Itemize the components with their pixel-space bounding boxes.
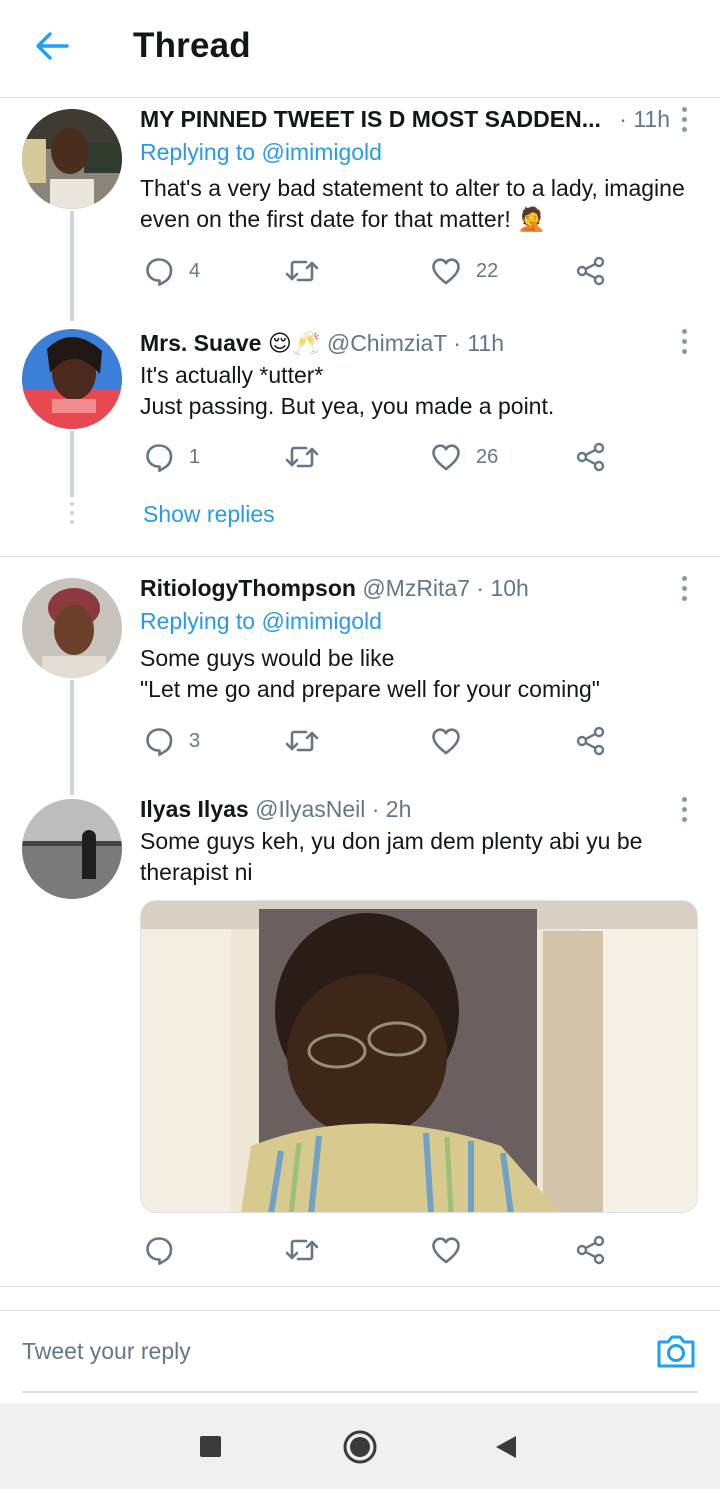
avatar[interactable]: [22, 578, 122, 678]
share-icon: [575, 725, 607, 757]
tweet-actions: 3: [0, 721, 720, 761]
tweet-text: It's actually *utter* Just passing. But …: [140, 362, 555, 419]
tweet-actions: [0, 1230, 720, 1270]
mention-link[interactable]: @imimigold: [261, 608, 381, 634]
retweet-button[interactable]: [284, 437, 334, 477]
tweet[interactable]: Mrs. Suave 😌🥂 @ChimziaT · 11h It's actua…: [0, 321, 720, 556]
tweet-text: Some guys would be like "Let me go and p…: [140, 645, 600, 702]
tweet-time: · 10h: [476, 575, 529, 601]
display-name[interactable]: MY PINNED TWEET IS D MOST SADDEN...: [140, 106, 601, 132]
share-icon: [575, 441, 607, 473]
retweet-icon: [284, 1234, 320, 1266]
tweet-actions: 4 22: [0, 251, 720, 291]
more-vertical-icon[interactable]: [676, 102, 692, 136]
like-button[interactable]: [430, 1230, 476, 1270]
share-button[interactable]: [575, 437, 607, 477]
user-handle[interactable]: @IlyasNeil: [255, 796, 365, 822]
nav-back-icon[interactable]: [494, 1434, 518, 1460]
divider: [0, 556, 720, 557]
like-icon: [430, 255, 462, 287]
reply-underline: [22, 1391, 698, 1393]
tweet-header: Ilyas Ilyas @IlyasNeil · 2h: [140, 792, 700, 826]
reply-icon: [143, 1234, 175, 1266]
display-name[interactable]: RitiologyThompson: [140, 575, 356, 601]
reply-count: 1: [189, 445, 201, 468]
like-button[interactable]: [430, 721, 476, 761]
user-handle[interactable]: @ChimziaT: [327, 330, 447, 356]
tweet-time: · 2h: [371, 796, 412, 822]
like-icon: [430, 725, 462, 757]
share-icon: [575, 255, 607, 287]
tweet-text: Some guys keh, yu don jam dem plenty abi…: [140, 828, 643, 885]
share-icon: [575, 1234, 607, 1266]
camera-icon[interactable]: [655, 1330, 697, 1372]
replying-to: Replying to @imimigold: [140, 608, 382, 634]
reply-button[interactable]: 3: [143, 721, 200, 761]
replying-to: Replying to @imimigold: [140, 139, 382, 165]
reply-count: 4: [189, 259, 201, 282]
page-title: Thread: [133, 26, 251, 65]
share-button[interactable]: [575, 1230, 607, 1270]
share-button[interactable]: [575, 251, 607, 291]
tweet-time: · 11h: [619, 106, 670, 132]
avatar[interactable]: [22, 329, 122, 429]
user-handle[interactable]: @MzRita7: [362, 575, 470, 601]
tweet-header: MY PINNED TWEET IS D MOST SADDEN... · 11…: [140, 102, 700, 136]
divider: [0, 1310, 720, 1311]
nav-square-icon[interactable]: [200, 1436, 221, 1457]
retweet-icon: [284, 725, 320, 757]
tweet-text: That's a very bad statement to alter to …: [140, 175, 685, 232]
reply-icon: [143, 725, 175, 757]
reply-input[interactable]: Tweet your reply: [22, 1338, 191, 1365]
tweet[interactable]: RitiologyThompson @MzRita7 · 10h Replyin…: [0, 568, 720, 795]
reply-button[interactable]: 4: [143, 251, 200, 291]
tweet[interactable]: MY PINNED TWEET IS D MOST SADDEN... · 11…: [0, 99, 720, 321]
like-button[interactable]: 26: [430, 437, 498, 477]
tweet-time: · 11h: [453, 330, 505, 356]
app-header: Thread: [0, 0, 720, 98]
reply-count: 3: [189, 729, 201, 752]
retweet-button[interactable]: [284, 1230, 334, 1270]
reply-button[interactable]: 1: [143, 437, 200, 477]
mention-link[interactable]: @imimigold: [261, 139, 381, 165]
retweet-button[interactable]: [284, 251, 334, 291]
more-vertical-icon[interactable]: [676, 571, 692, 605]
retweet-button[interactable]: [284, 721, 334, 761]
like-button[interactable]: 22: [430, 251, 498, 291]
like-count: 22: [476, 259, 499, 282]
show-replies-link[interactable]: Show replies: [143, 501, 275, 528]
reply-composer: Tweet your reply: [0, 1310, 720, 1403]
like-count: 26: [476, 445, 499, 468]
avatar[interactable]: [22, 109, 122, 209]
reply-icon: [143, 255, 175, 287]
retweet-icon: [284, 441, 320, 473]
thread-dots: [68, 502, 76, 524]
share-button[interactable]: [575, 721, 607, 761]
tweet-header: Mrs. Suave 😌🥂 @ChimziaT · 11h: [140, 326, 700, 360]
divider: [0, 1286, 720, 1287]
reply-icon: [143, 441, 175, 473]
avatar[interactable]: [22, 799, 122, 899]
like-icon: [430, 1234, 462, 1266]
tweet-header: RitiologyThompson @MzRita7 · 10h: [140, 571, 700, 605]
retweet-icon: [284, 255, 320, 287]
display-name[interactable]: Ilyas Ilyas: [140, 796, 249, 822]
system-nav-bar: [0, 1403, 720, 1489]
tweet-actions: 1 26: [0, 437, 720, 477]
more-vertical-icon[interactable]: [676, 792, 692, 826]
back-arrow-icon[interactable]: [30, 24, 74, 68]
more-vertical-icon[interactable]: [676, 324, 692, 358]
tweet-media-image[interactable]: [140, 900, 698, 1213]
like-icon: [430, 441, 462, 473]
reply-button[interactable]: [143, 1230, 189, 1270]
display-name[interactable]: Mrs. Suave 😌🥂: [140, 330, 320, 356]
nav-home-icon[interactable]: [342, 1429, 378, 1465]
